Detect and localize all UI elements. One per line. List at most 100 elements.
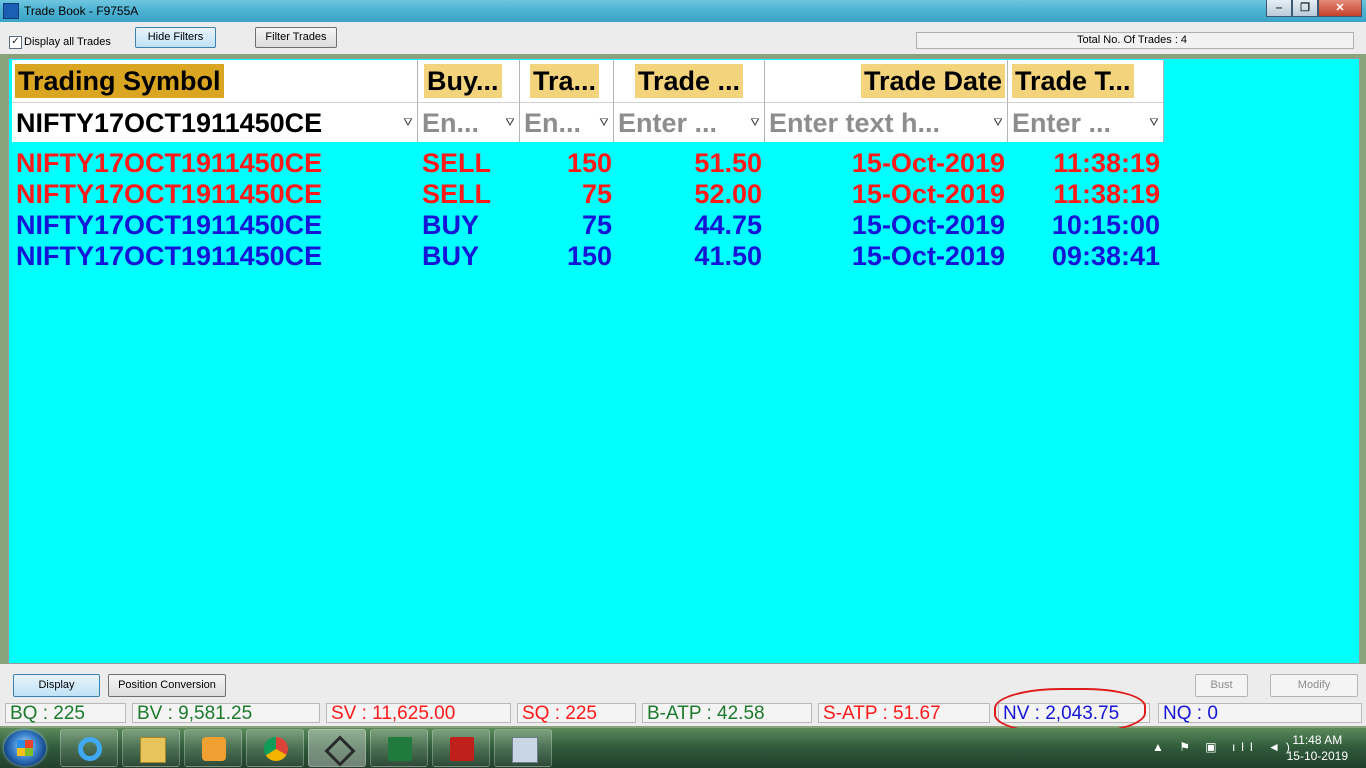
net-value-stat: NV : 2,043.75 [998, 703, 1150, 724]
column-header-label: Trade ... [635, 64, 744, 98]
acrobat-glyph [450, 737, 474, 761]
restore-button[interactable]: ❐ [1292, 0, 1318, 17]
cell-qty: 75 [581, 179, 612, 209]
cell-price: 52.00 [694, 179, 762, 209]
filter-trade-time[interactable]: Enter ... ⛛ [1008, 102, 1164, 142]
folder-glyph [140, 737, 166, 763]
column-header-label: Buy... [424, 64, 502, 98]
media-player-icon[interactable] [184, 729, 242, 767]
column-header-trade-price[interactable]: Trade ... [614, 60, 765, 102]
filter-trade-date[interactable]: Enter text h... ⛛ [765, 102, 1008, 142]
filter-funnel-icon[interactable]: ⛛ [598, 117, 610, 129]
window-title: Trade Book - F9755A [24, 4, 139, 18]
buy-atp-stat: B-ATP : 42.58 [642, 703, 812, 724]
filter-funnel-icon[interactable]: ⛛ [504, 117, 516, 129]
close-button[interactable]: ✕ [1318, 0, 1362, 17]
cell-symbol: NIFTY17OCT1911450CE [16, 210, 323, 240]
media-glyph [202, 737, 226, 761]
column-header-trade-time[interactable]: Trade T... [1008, 60, 1164, 102]
calculator-icon[interactable] [494, 729, 552, 767]
column-header-trade-qty[interactable]: Tra... [520, 60, 614, 102]
cell-date: 15-Oct-2019 [851, 241, 1005, 271]
filter-trade-price[interactable]: Enter ... ⛛ [614, 102, 765, 142]
sell-quantity-stat: SQ : 225 [517, 703, 636, 724]
display-all-trades-checkbox[interactable]: ✓ [9, 36, 22, 49]
cell-price: 51.50 [694, 148, 762, 178]
cell-side: SELL [422, 179, 492, 209]
excel-glyph [388, 737, 412, 761]
cell-date: 15-Oct-2019 [851, 148, 1005, 178]
app-icon [3, 3, 19, 19]
cell-time: 09:38:41 [1051, 241, 1160, 271]
cell-time: 11:38:19 [1053, 179, 1160, 209]
bust-button[interactable]: Bust [1195, 674, 1248, 697]
chrome-glyph [264, 737, 288, 761]
filter-trades-button[interactable]: Filter Trades [255, 27, 337, 48]
file-explorer-icon[interactable] [122, 729, 180, 767]
column-header-trading-symbol[interactable]: Trading Symbol [12, 60, 418, 102]
clock-date: 15-10-2019 [1286, 749, 1348, 763]
cell-price: 41.50 [694, 241, 762, 271]
ie-glyph [78, 737, 102, 761]
filter-funnel-icon[interactable]: ⛛ [402, 117, 414, 129]
table-row[interactable]: NIFTY17OCT1911450CE BUY 75 44.75 15-Oct-… [12, 210, 1172, 241]
cell-time: 11:38:19 [1053, 148, 1160, 178]
filter-funnel-icon[interactable]: ⛛ [749, 117, 761, 129]
tray-icons[interactable]: ▲ ⚑ ▣ ıll ◄) [1152, 740, 1296, 754]
filter-funnel-icon[interactable]: ⛛ [992, 117, 1004, 129]
column-header-label: Trading Symbol [15, 64, 224, 98]
trading-terminal-icon[interactable] [308, 729, 366, 767]
filter-funnel-icon[interactable]: ⛛ [1148, 117, 1160, 129]
column-header-label: Trade T... [1012, 64, 1134, 98]
hide-filters-button[interactable]: Hide Filters [135, 27, 216, 48]
acrobat-reader-icon[interactable] [432, 729, 490, 767]
filter-trading-symbol[interactable]: NIFTY17OCT1911450CE ⛛ [12, 102, 418, 142]
cell-date: 15-Oct-2019 [851, 210, 1005, 240]
table-row[interactable]: NIFTY17OCT1911450CE SELL 75 52.00 15-Oct… [12, 179, 1172, 210]
table-row[interactable]: NIFTY17OCT1911450CE BUY 150 41.50 15-Oct… [12, 241, 1172, 272]
internet-explorer-icon[interactable] [60, 729, 118, 767]
display-all-trades-label[interactable]: Display all Trades [24, 36, 111, 48]
cell-date: 15-Oct-2019 [851, 179, 1005, 209]
minimize-button[interactable]: ‒ [1266, 0, 1292, 17]
modify-button[interactable]: Modify [1270, 674, 1358, 697]
cell-qty: 150 [566, 241, 612, 271]
window-controls: ‒ ❐ ✕ [1266, 0, 1362, 18]
trade-grid[interactable]: Trading Symbol Buy... Tra... Trade ... T… [8, 58, 1360, 664]
summary-stats-bar: BQ : 225 BV : 9,581.25 SV : 11,625.00 SQ… [0, 702, 1366, 726]
cell-price: 44.75 [694, 210, 762, 240]
buy-quantity-stat: BQ : 225 [5, 703, 126, 724]
cell-side: BUY [422, 210, 480, 240]
column-header-trade-date[interactable]: Trade Date [765, 60, 1008, 102]
total-trades-box: Total No. Of Trades : 4 [916, 32, 1354, 49]
cell-qty: 150 [566, 148, 612, 178]
filter-trade-qty[interactable]: En... ⛛ [520, 102, 614, 142]
column-header-label: Trade Date [860, 64, 1005, 98]
windows-logo-icon [17, 740, 33, 756]
table-row[interactable]: NIFTY17OCT1911450CE SELL 150 51.50 15-Oc… [12, 148, 1172, 179]
cell-symbol: NIFTY17OCT1911450CE [16, 148, 323, 178]
chrome-icon[interactable] [246, 729, 304, 767]
cell-symbol: NIFTY17OCT1911450CE [16, 179, 323, 209]
column-header-buy-sell[interactable]: Buy... [418, 60, 520, 102]
cell-side: SELL [422, 148, 492, 178]
cell-side: BUY [422, 241, 480, 271]
cell-symbol: NIFTY17OCT1911450CE [16, 241, 323, 271]
filter-input-text: En... [422, 108, 480, 138]
filter-buy-sell[interactable]: En... ⛛ [418, 102, 520, 142]
filter-input-text: Enter ... [1012, 108, 1112, 138]
excel-icon[interactable] [370, 729, 428, 767]
position-conversion-button[interactable]: Position Conversion [108, 674, 226, 697]
taskbar-clock[interactable]: 11:48 AM 15-10-2019 [1287, 732, 1348, 764]
start-button[interactable] [4, 730, 46, 766]
sell-value-stat: SV : 11,625.00 [326, 703, 511, 724]
filter-input-text: Enter ... [618, 108, 718, 138]
footer-bar: Display Position Conversion Bust Modify [0, 664, 1366, 704]
cell-time: 10:15:00 [1051, 210, 1160, 240]
window-title-bar[interactable]: Trade Book - F9755A ‒ ❐ ✕ [0, 0, 1366, 22]
sell-atp-stat: S-ATP : 51.67 [818, 703, 990, 724]
cell-qty: 75 [581, 210, 612, 240]
toolbar: ✓ Display all Trades Hide Filters Filter… [0, 22, 1366, 54]
display-button[interactable]: Display [13, 674, 100, 697]
total-trades-text: Total No. Of Trades : 4 [1077, 34, 1188, 46]
